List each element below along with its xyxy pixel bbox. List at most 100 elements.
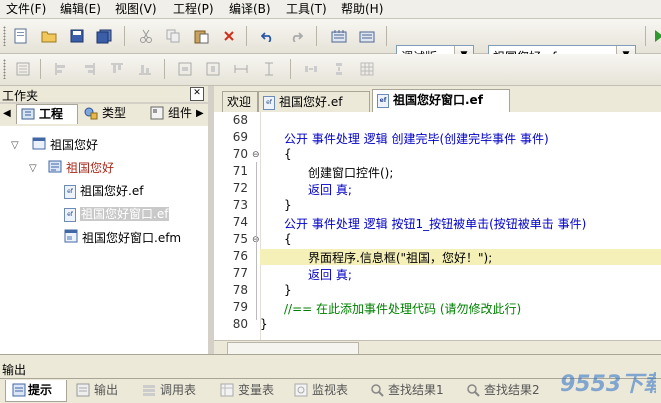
undo-icon[interactable] <box>259 27 277 45</box>
toolbar-grip[interactable] <box>3 26 6 46</box>
tree-toggle-icon[interactable]: ▽ <box>29 163 37 174</box>
line-number: 77 <box>232 266 248 280</box>
tab-find-results-2[interactable]: 查找结果2 <box>462 380 548 402</box>
new-file-icon[interactable] <box>12 27 30 45</box>
vertical-splitter[interactable] <box>208 86 214 354</box>
tab-scroll-right-icon[interactable]: ▶ <box>196 108 204 119</box>
search-icon <box>466 383 480 403</box>
toolbar-separator <box>316 26 317 46</box>
code-line: 创建窗口控件(); <box>308 166 394 180</box>
toolbar-separator <box>164 59 165 79</box>
menu-file[interactable]: 文件(F) <box>6 1 46 17</box>
horizontal-scrollbar[interactable] <box>214 340 661 355</box>
save-icon[interactable] <box>68 27 86 45</box>
workspace-panel-title: 工作夹 <box>2 89 39 103</box>
close-icon[interactable]: ✕ <box>190 87 204 101</box>
tab-components-label: 组件 <box>168 106 193 120</box>
ef-file-icon: ef <box>377 93 389 108</box>
code-comment: //== 在此添加事件处理代码 (请勿修改此行) <box>284 302 522 316</box>
project-icon <box>48 160 62 178</box>
tab-scroll-left-icon[interactable]: ◀ <box>3 108 11 119</box>
tab-hint[interactable]: 提示 <box>5 380 67 402</box>
align-right-icon[interactable] <box>80 60 98 78</box>
tab-welcome-label: 欢迎 <box>227 95 252 109</box>
workspace-icon <box>32 137 46 155</box>
menu-help[interactable]: 帮助(H) <box>341 1 383 17</box>
tab-components[interactable]: 组件 <box>146 104 194 124</box>
cut-icon[interactable] <box>137 27 155 45</box>
delete-icon[interactable] <box>220 27 238 45</box>
project-tree: ▽ 祖国您好 ▽ 祖国您好 ef 祖国您好.ef ef 祖国您好窗口.ef 祖国您好… <box>0 126 209 354</box>
grid-icon[interactable] <box>358 60 376 78</box>
tab-call-stack[interactable]: 调用表 <box>138 380 210 402</box>
line-number: 73 <box>232 198 248 212</box>
menu-project[interactable]: 工程(P) <box>173 1 214 17</box>
menu-edit[interactable]: 编辑(E) <box>60 1 101 17</box>
copy-icon[interactable] <box>164 27 182 45</box>
watch-icon <box>294 383 308 403</box>
main-toolbar: 调试版 ▼ 祖国您好.efp ▼ <box>0 19 661 65</box>
tab-find-results-2-label: 查找结果2 <box>484 383 540 397</box>
code-line: { <box>284 232 292 246</box>
line-number: 75 <box>232 232 248 246</box>
tab-watch-label: 监视表 <box>312 383 349 397</box>
tab-welcome[interactable]: 欢迎 <box>222 91 258 112</box>
form-file-icon <box>64 229 78 248</box>
tree-root[interactable]: 祖国您好 <box>32 136 98 154</box>
redo-icon[interactable] <box>287 27 305 45</box>
tab-project[interactable]: 工程 <box>16 104 78 124</box>
tab-output[interactable]: 输出 <box>72 380 132 402</box>
compile-icon[interactable] <box>330 27 348 45</box>
run-icon[interactable] <box>650 27 661 45</box>
toolbar-separator <box>246 26 247 46</box>
code-line-current: 界面程序.信息框("祖国，您好！"); <box>308 251 493 265</box>
tab-order-icon[interactable] <box>14 60 32 78</box>
tree-project[interactable]: 祖国您好 <box>48 159 114 177</box>
tab-types[interactable]: 类型 <box>80 104 144 124</box>
same-height-icon[interactable] <box>260 60 278 78</box>
tree-file-label: 祖国您好窗口.ef <box>80 207 170 221</box>
code-line: } <box>284 283 292 297</box>
toolbar-separator <box>290 59 291 79</box>
menu-build[interactable]: 编译(B) <box>229 1 271 17</box>
paste-icon[interactable] <box>192 27 210 45</box>
tree-file-selected[interactable]: ef 祖国您好窗口.ef <box>64 205 170 223</box>
tab-file-label: 祖国您好.ef <box>279 95 343 109</box>
tab-file[interactable]: ef 祖国您好.ef <box>258 91 370 112</box>
menu-view[interactable]: 视图(V) <box>115 1 157 17</box>
space-across-icon[interactable] <box>302 60 320 78</box>
align-top-icon[interactable] <box>108 60 126 78</box>
build-icon[interactable] <box>358 27 376 45</box>
tree-file[interactable]: 祖国您好窗口.efm <box>64 229 181 247</box>
center-horizontal-icon[interactable] <box>176 60 194 78</box>
tab-active-file[interactable]: ef 祖国您好窗口.ef <box>372 89 510 113</box>
code-line: 返回 真; <box>308 268 352 282</box>
toolbar-separator <box>124 26 125 46</box>
menu-bar: 文件(F) 编辑(E) 视图(V) 工程(P) 编译(B) 工具(T) 帮助(H… <box>0 0 661 19</box>
toolbar-grip[interactable] <box>3 59 6 79</box>
tab-find-results-1-label: 查找结果1 <box>388 383 444 397</box>
workspace-panel-header: 工作夹 ✕ <box>0 86 208 103</box>
space-down-icon[interactable] <box>330 60 348 78</box>
code-line: 返回 真; <box>308 183 352 197</box>
tab-find-results-1[interactable]: 查找结果1 <box>366 380 452 402</box>
code-line: 公开 事件处理 逻辑 按钮1_按钮被单击(按钮被单击 事件) <box>284 217 587 231</box>
tree-project-label: 祖国您好 <box>66 161 115 175</box>
menu-tools[interactable]: 工具(T) <box>286 1 327 17</box>
tab-variables[interactable]: 变量表 <box>216 380 284 402</box>
tree-root-label: 祖国您好 <box>50 138 99 152</box>
align-left-icon[interactable] <box>52 60 70 78</box>
save-all-icon[interactable] <box>95 27 113 45</box>
toolbar-separator <box>645 26 646 46</box>
tree-toggle-icon[interactable]: ▽ <box>11 140 19 151</box>
line-number: 68 <box>232 113 248 127</box>
tab-watch[interactable]: 监视表 <box>290 380 360 402</box>
project-tab-icon <box>21 107 35 126</box>
align-bottom-icon[interactable] <box>136 60 154 78</box>
line-number: 69 <box>232 130 248 144</box>
same-width-icon[interactable] <box>232 60 250 78</box>
fold-toggle-icon[interactable]: ⊖ <box>252 150 260 160</box>
center-vertical-icon[interactable] <box>204 60 222 78</box>
open-folder-icon[interactable] <box>40 27 58 45</box>
tree-file[interactable]: ef 祖国您好.ef <box>64 182 143 200</box>
